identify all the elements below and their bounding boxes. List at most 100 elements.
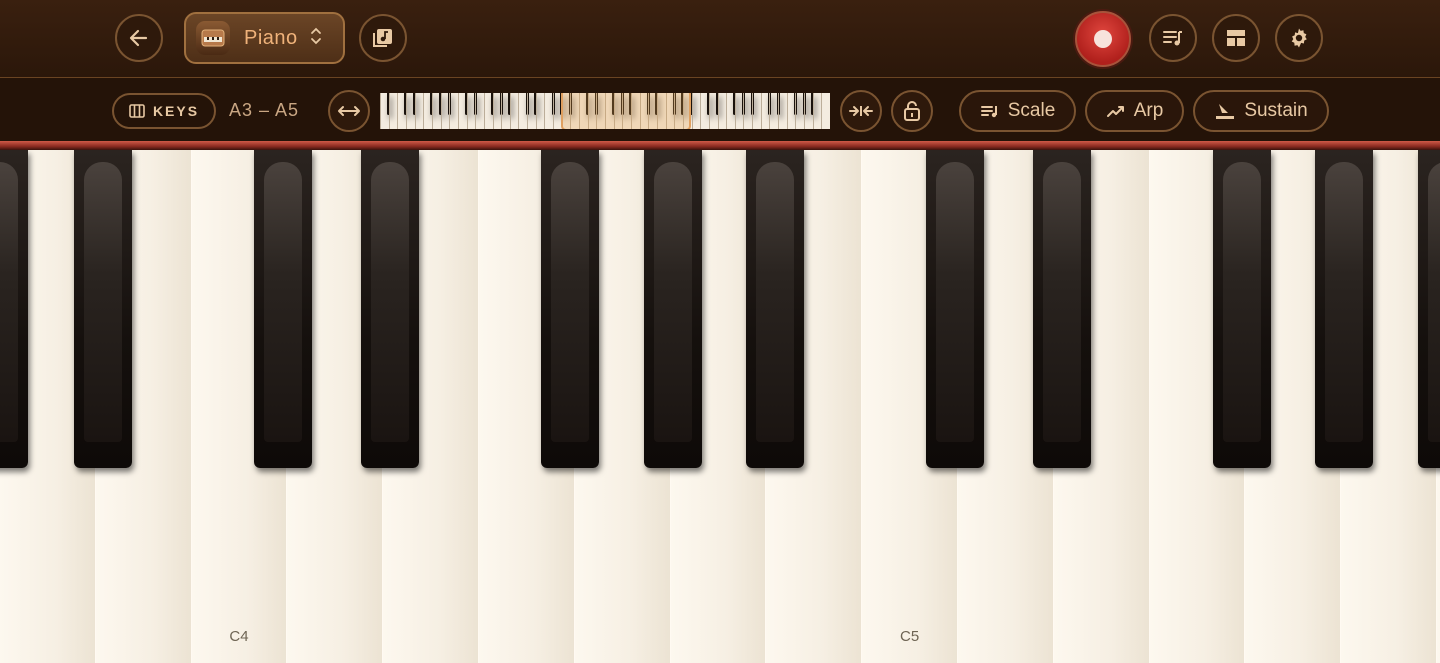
- overview-white-key: [466, 93, 468, 129]
- overview-white-key: [726, 93, 728, 129]
- keyboard-overview-slider[interactable]: [380, 93, 830, 129]
- black-key-highlight: [1428, 162, 1440, 442]
- overview-white-key: [380, 93, 381, 129]
- expand-range-button[interactable]: [328, 90, 370, 132]
- black-key[interactable]: [541, 150, 599, 468]
- overview-white-key: [388, 93, 390, 129]
- arp-button[interactable]: Arp: [1085, 90, 1184, 132]
- black-key-highlight: [84, 162, 122, 442]
- overview-white-key: [691, 93, 693, 129]
- instrument-name: Piano: [244, 26, 298, 49]
- keys-label: KEYS: [152, 103, 200, 119]
- overview-white-key: [708, 93, 710, 129]
- gear-icon: [1291, 28, 1307, 48]
- black-key-highlight: [654, 162, 692, 442]
- arrows-horizontal-icon: [338, 106, 360, 116]
- black-key-highlight: [1325, 162, 1363, 442]
- overview-white-key: [553, 93, 555, 129]
- keys-icon: [129, 104, 145, 118]
- overview-white-key: [397, 93, 399, 129]
- black-key[interactable]: [0, 150, 28, 468]
- layout-icon: [1227, 30, 1245, 46]
- overview-white-key: [492, 93, 494, 129]
- lock-button[interactable]: [891, 90, 933, 132]
- settings-button[interactable]: [1275, 14, 1323, 62]
- scale-label: Scale: [1007, 100, 1056, 121]
- overview-white-key: [535, 93, 537, 129]
- piano-thumbnail: [196, 21, 230, 55]
- range-label: A3 – A5: [229, 100, 300, 120]
- overview-white-key: [743, 93, 745, 129]
- overview-white-key: [405, 93, 407, 129]
- sustain-button[interactable]: Sustain: [1193, 90, 1329, 132]
- playlist-button[interactable]: [1149, 14, 1197, 62]
- black-key[interactable]: [644, 150, 702, 468]
- back-button[interactable]: [115, 14, 163, 62]
- black-key-highlight: [551, 162, 589, 442]
- record-icon: [1094, 30, 1112, 48]
- overview-white-key: [812, 93, 814, 129]
- arp-label: Arp: [1133, 100, 1164, 121]
- overview-white-key: [544, 93, 546, 129]
- black-key-highlight: [1043, 162, 1081, 442]
- overview-white-key: [501, 93, 503, 129]
- overview-white-key: [483, 93, 485, 129]
- black-key[interactable]: [926, 150, 984, 468]
- overview-white-key: [786, 93, 788, 129]
- overview-white-key: [431, 93, 433, 129]
- overview-white-key: [414, 93, 416, 129]
- overview-white-key: [527, 93, 529, 129]
- black-key[interactable]: [746, 150, 804, 468]
- note-label: C4: [229, 628, 249, 645]
- overview-white-key: [475, 93, 477, 129]
- black-key[interactable]: [74, 150, 132, 468]
- music-library-button[interactable]: [359, 14, 407, 62]
- overview-white-key: [769, 93, 771, 129]
- layout-button[interactable]: [1212, 14, 1260, 62]
- sustain-label: Sustain: [1244, 100, 1308, 121]
- note-label: C5: [899, 628, 920, 645]
- black-key[interactable]: [1418, 150, 1440, 468]
- scale-button[interactable]: Scale: [959, 90, 1076, 132]
- piano-keyboard[interactable]: C4 C5: [0, 150, 1440, 663]
- scale-icon: [980, 106, 997, 118]
- record-button[interactable]: [1075, 11, 1131, 67]
- overview-white-key: [518, 93, 520, 129]
- overview-white-key: [821, 93, 823, 129]
- instrument-picker[interactable]: Piano: [184, 12, 345, 64]
- black-key-highlight: [264, 162, 302, 442]
- black-key[interactable]: [1315, 150, 1373, 468]
- arrows-inward-icon: [849, 106, 873, 116]
- overview-white-key: [423, 93, 425, 129]
- black-key[interactable]: [1213, 150, 1271, 468]
- black-key-highlight: [756, 162, 794, 442]
- black-key[interactable]: [361, 150, 419, 468]
- overview-white-key: [440, 93, 442, 129]
- overview-white-key: [760, 93, 762, 129]
- music-library-icon: [373, 29, 392, 47]
- chevron-updown-icon: [310, 26, 322, 51]
- black-key-highlight: [371, 162, 409, 442]
- black-key-highlight: [0, 162, 18, 442]
- overview-white-key: [717, 93, 719, 129]
- overview-white-key: [509, 93, 511, 129]
- black-key[interactable]: [1033, 150, 1091, 468]
- sustain-pedal-icon: [1216, 104, 1235, 119]
- black-key-highlight: [936, 162, 974, 442]
- visible-range-window[interactable]: [561, 93, 691, 129]
- keyboard-red-felt: [0, 141, 1440, 150]
- black-key-highlight: [1223, 162, 1261, 442]
- compress-range-button[interactable]: [840, 90, 882, 132]
- overview-white-key: [752, 93, 754, 129]
- overview-white-key: [804, 93, 806, 129]
- overview-white-key: [734, 93, 736, 129]
- keys-toggle-button[interactable]: KEYS: [112, 93, 216, 129]
- overview-white-key: [778, 93, 780, 129]
- overview-white-key: [449, 93, 451, 129]
- black-key[interactable]: [254, 150, 312, 468]
- trend-up-icon: [1106, 106, 1124, 117]
- overview-white-key: [700, 93, 702, 129]
- arrow-left-icon: [129, 29, 148, 47]
- playlist-icon: [1163, 31, 1182, 46]
- overview-white-key: [457, 93, 459, 129]
